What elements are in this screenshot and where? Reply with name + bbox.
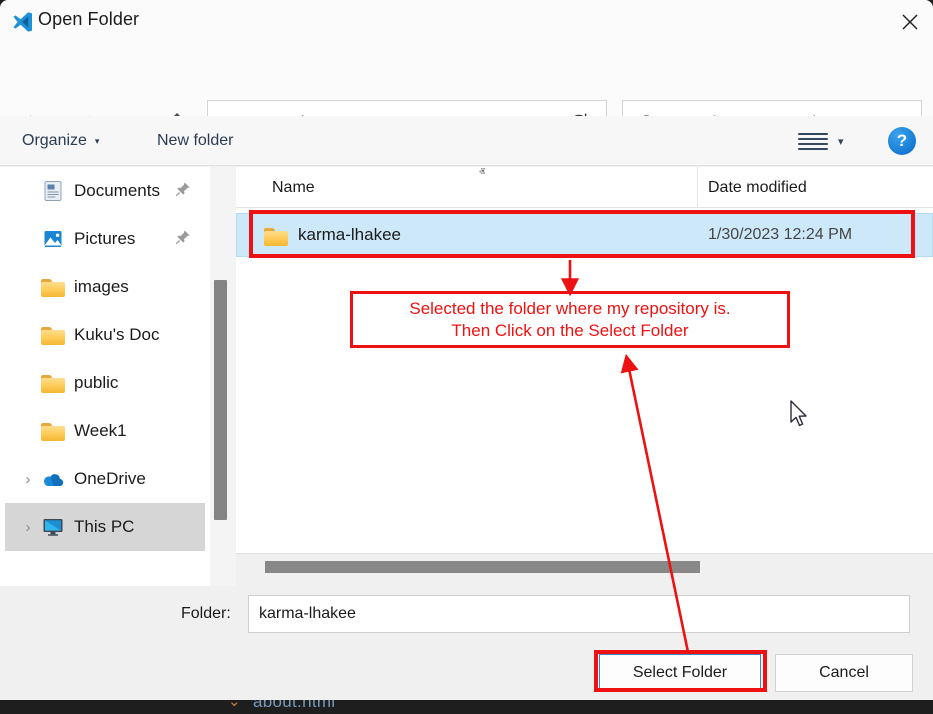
file-date-modified: 1/30/2023 12:24 PM	[708, 226, 853, 243]
list-view-icon[interactable]	[798, 129, 828, 153]
pictures-icon	[41, 227, 65, 251]
annotation-note: Selected the folder where my repository …	[350, 291, 790, 348]
folder-icon	[41, 371, 65, 395]
this-pc-icon	[41, 515, 65, 539]
sidebar-item-public[interactable]: › public	[5, 359, 205, 407]
table-row[interactable]: karma-lhakee 1/30/2023 12:24 PM	[236, 213, 933, 257]
column-header-label: Date modified	[708, 178, 807, 196]
chevron-down-icon[interactable]: ▾	[838, 135, 844, 148]
column-header-name[interactable]: Name ⱏ	[236, 167, 696, 208]
sidebar-item-images[interactable]: › images	[5, 263, 205, 311]
sidebar-item-onedrive[interactable]: › OneDrive	[5, 455, 205, 503]
sidebar-item-label: images	[74, 277, 129, 296]
help-icon[interactable]: ?	[888, 127, 916, 155]
scrollbar-thumb[interactable]	[214, 280, 227, 520]
sidebar-item-week1[interactable]: › Week1	[5, 407, 205, 455]
organize-label: Organize	[22, 132, 87, 149]
close-button[interactable]	[887, 0, 933, 44]
new-folder-label: New folder	[157, 132, 234, 149]
cancel-button[interactable]: Cancel	[775, 654, 913, 692]
cancel-label: Cancel	[819, 664, 869, 681]
folder-input[interactable]	[248, 595, 910, 633]
file-name: karma-lhakee	[298, 225, 401, 244]
folder-icon	[264, 224, 288, 246]
select-folder-label: Select Folder	[632, 664, 728, 681]
open-folder-dialog: Open Folder Search Documentation Organiz…	[0, 0, 933, 700]
dialog-footer: Folder: Select Folder Cancel	[0, 586, 933, 700]
help-label: ?	[896, 131, 908, 150]
sidebar-item-documents[interactable]: › Documents	[5, 167, 205, 215]
new-folder-button[interactable]: New folder	[157, 127, 233, 155]
sidebar-item-label: This PC	[74, 517, 135, 536]
navigation-pane[interactable]: › Documents ›	[0, 167, 210, 586]
sidebar-item-this-pc[interactable]: › This PC	[5, 503, 205, 551]
vscode-icon	[10, 10, 34, 34]
navigation-bar: « Desk... › Docu... ›	[0, 44, 933, 146]
sidebar-item-label: Kuku's Doc	[74, 325, 160, 344]
folder-field-label: Folder:	[181, 605, 231, 622]
page-title: Open Folder	[38, 9, 140, 29]
sidebar-item-pictures[interactable]: › Pictures	[5, 215, 205, 263]
command-bar: Organize ▾ New folder ▾	[0, 116, 933, 166]
file-list-horizontal-scrollbar[interactable]	[236, 553, 933, 586]
sidebar-item-label: Week1	[74, 421, 127, 440]
dialog-titlebar: Open Folder	[0, 0, 933, 44]
sidebar-item-label: Pictures	[74, 229, 136, 248]
sidebar-item-label: public	[74, 373, 119, 392]
documents-icon	[41, 179, 65, 203]
column-headers: Name ⱏ Date modified	[236, 167, 933, 208]
sidebar-vertical-scrollbar[interactable]	[210, 167, 236, 586]
folder-icon	[41, 419, 65, 443]
sidebar-item-kukus-doc[interactable]: › Kuku's Doc	[5, 311, 205, 359]
sort-ascending-icon: ⱏ	[479, 167, 485, 179]
scrollbar-thumb[interactable]	[265, 561, 700, 573]
folder-icon	[41, 275, 65, 299]
column-header-date-modified[interactable]: Date modified	[697, 167, 933, 208]
expander-icon[interactable]: ›	[15, 471, 41, 488]
pin-icon[interactable]	[175, 181, 191, 201]
sidebar-item-label: Documents	[74, 181, 160, 200]
chevron-down-icon: ▾	[94, 135, 100, 146]
expander-icon[interactable]: ›	[15, 519, 41, 536]
column-header-label: Name	[272, 178, 315, 196]
select-folder-button[interactable]: Select Folder	[599, 654, 761, 692]
annotation-note-line: Then Click on the Select Folder	[451, 320, 689, 340]
annotation-note-line: Selected the folder where my repository …	[409, 298, 731, 318]
onedrive-icon	[41, 467, 65, 491]
sidebar-item-label: OneDrive	[74, 469, 146, 488]
pin-icon[interactable]	[175, 229, 191, 249]
folder-icon	[41, 323, 65, 347]
close-icon	[902, 14, 918, 30]
file-list[interactable]: Name ⱏ Date modified karma-lhakee 1/30/2…	[236, 167, 933, 553]
organize-button[interactable]: Organize ▾	[22, 127, 99, 155]
